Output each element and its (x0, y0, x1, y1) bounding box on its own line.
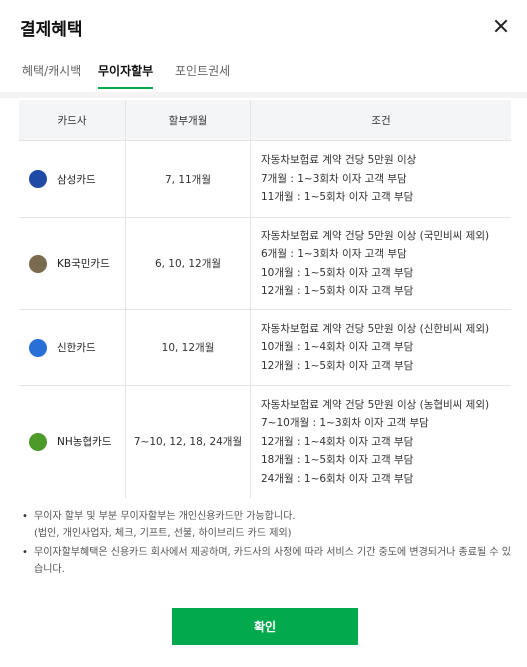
modal-title: 결제혜택 (20, 20, 83, 40)
condition-line: 자동차보험료 계약 건당 5만원 이상 (농협비씨 제외) (261, 398, 490, 411)
card-name: NH농협카드 (57, 436, 112, 449)
table-row: NH농협카드 7~10, 12, 18, 24개월 자동차보험료 계약 건당 5… (19, 385, 511, 498)
condition-line: 10개월 : 1~5회차 이자 고객 부담 (261, 266, 414, 279)
condition-line: 7개월 : 1~3회차 이자 고객 부담 (261, 172, 407, 185)
card-name: 신한카드 (57, 342, 96, 354)
condition-line: 11개월 : 1~5회차 이자 고객 부담 (261, 191, 414, 204)
table-row: 삼성카드 7, 11개월 자동차보험료 계약 건당 5만원 이상 7개월 : 1… (19, 140, 511, 218)
payment-benefits-modal: 결제혜택 혜택/캐시백 무이자할부 포인트권세 카드사 할부개월 조건 삼성카드… (0, 0, 527, 667)
months-cell: 10, 12개월 (125, 309, 251, 386)
modal-header: 결제혜택 (0, 0, 527, 52)
table-header-row: 카드사 할부개월 조건 (19, 100, 511, 141)
tab-bar: 혜택/캐시백 무이자할부 포인트권세 (0, 52, 527, 92)
months-cell: 7, 11개월 (125, 140, 251, 218)
condition-line: 24개월 : 1~6회차 이자 고객 부담 (261, 472, 414, 485)
close-icon[interactable] (489, 14, 513, 38)
card-name: 삼성카드 (57, 173, 96, 186)
column-header-card: 카드사 (19, 100, 126, 141)
card-cell: 신한카드 (20, 338, 124, 357)
months-cell: 6, 10, 12개월 (125, 217, 251, 310)
table-row: KB국민카드 6, 10, 12개월 자동차보험료 계약 건당 5만원 이상 (… (19, 217, 511, 310)
condition-line: 10개월 : 1~4회차 이자 고객 부담 (261, 341, 414, 354)
note-text: (법인, 개인사업자, 체크, 기프트, 선불, 하이브리드 카드 제외) (34, 528, 292, 539)
notes-section: 무이자 할부 및 부분 무이자할부는 개인신용카드만 가능합니다. (법인, 개… (22, 508, 512, 580)
kb-card-logo-icon (29, 254, 47, 273)
samsung-card-logo-icon (29, 170, 47, 188)
shinhan-card-logo-icon (29, 338, 47, 357)
column-header-months: 할부개월 (125, 100, 251, 141)
conditions-cell: 자동차보험료 계약 건당 5만원 이상 (농협비씨 제외) 7~10개월 : 1… (250, 385, 511, 498)
card-cell: 삼성카드 (20, 170, 124, 188)
section-divider (0, 92, 527, 98)
installment-table: 카드사 할부개월 조건 삼성카드 7, 11개월 자동차보험료 계약 건당 5만… (19, 100, 511, 498)
tab-cashback[interactable]: 혜택/캐시백 (22, 62, 81, 87)
nh-card-logo-icon (29, 432, 47, 451)
condition-line: 6개월 : 1~3회차 이자 고객 부담 (261, 248, 407, 260)
condition-line: 12개월 : 1~4회차 이자 고객 부담 (261, 435, 414, 448)
tab-interest-free[interactable]: 무이자할부 (98, 62, 154, 89)
conditions-cell: 자동차보험료 계약 건당 5만원 이상 (신한비씨 제외) 10개월 : 1~4… (250, 309, 511, 386)
note-item: 무이자 할부 및 부분 무이자할부는 개인신용카드만 가능합니다. (법인, 개… (22, 508, 512, 542)
condition-line: 12개월 : 1~5회차 이자 고객 부담 (261, 359, 414, 372)
condition-line: 12개월 : 1~5회차 이자 고객 부담 (261, 285, 414, 297)
card-cell: KB국민카드 (20, 254, 124, 273)
note-item: 무이자할부혜택은 신용카드 회사에서 제공하며, 카드사의 사정에 따라 서비스… (22, 544, 512, 578)
condition-line: 자동차보험료 계약 건당 5만원 이상 (261, 154, 417, 167)
table-row: 신한카드 10, 12개월 자동차보험료 계약 건당 5만원 이상 (신한비씨 … (19, 309, 511, 386)
note-text: 무이자 할부 및 부분 무이자할부는 개인신용카드만 가능합니다. (34, 511, 296, 522)
note-text: 무이자할부혜택은 신용카드 회사에서 제공하며, 카드사의 사정에 따라 서비스… (34, 547, 511, 575)
card-name: KB국민카드 (57, 258, 110, 270)
conditions-cell: 자동차보험료 계약 건당 5만원 이상 7개월 : 1~3회차 이자 고객 부담… (250, 140, 511, 218)
condition-line: 자동차보험료 계약 건당 5만원 이상 (국민비씨 제외) (261, 229, 490, 242)
card-cell: NH농협카드 (20, 432, 124, 451)
condition-line: 18개월 : 1~5회차 이자 고객 부담 (261, 454, 414, 466)
conditions-cell: 자동차보험료 계약 건당 5만원 이상 (국민비씨 제외) 6개월 : 1~3회… (250, 217, 511, 310)
tab-points[interactable]: 포인트권세 (175, 62, 230, 87)
condition-line: 자동차보험료 계약 건당 5만원 이상 (신한비씨 제외) (261, 322, 490, 335)
condition-line: 7~10개월 : 1~3회차 이자 고객 부담 (261, 417, 429, 429)
column-header-conditions: 조건 (250, 100, 511, 141)
months-cell: 7~10, 12, 18, 24개월 (125, 385, 251, 498)
confirm-button[interactable]: 확인 (172, 608, 358, 645)
